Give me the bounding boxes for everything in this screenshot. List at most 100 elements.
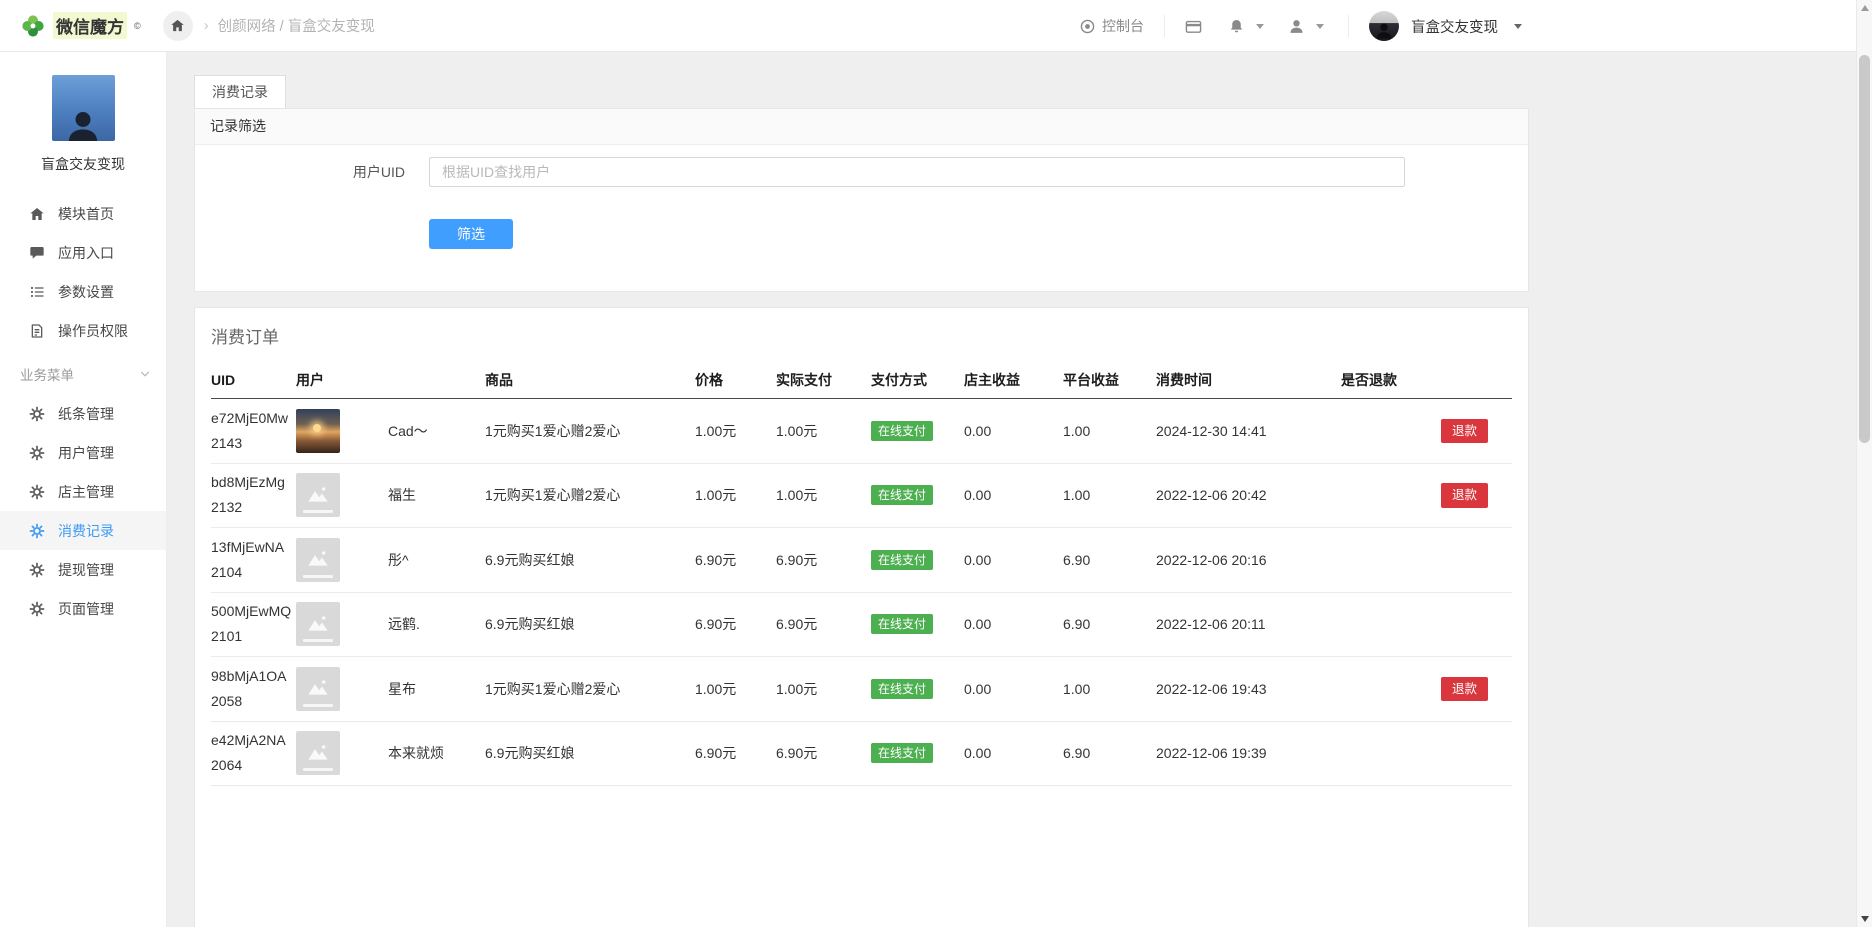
- user-avatar-image: [296, 602, 340, 646]
- chevron-down-icon: [138, 367, 152, 381]
- account-chevron-down-icon[interactable]: [1514, 24, 1522, 29]
- refund-button[interactable]: 退款: [1441, 677, 1488, 702]
- cell-uid: 500MjEwMQ 2101: [211, 599, 296, 649]
- image-placeholder-icon: [305, 678, 331, 699]
- sidebar-item-withdrawal-management[interactable]: 提现管理: [0, 550, 166, 589]
- sidebar-item-page-management[interactable]: 页面管理: [0, 589, 166, 628]
- sidebar-item-operator-permissions[interactable]: 操作员权限: [0, 311, 166, 350]
- order-uid-number: 2101: [211, 624, 296, 649]
- notifications-button[interactable]: [1228, 18, 1264, 35]
- console-label: 控制台: [1102, 16, 1144, 36]
- order-uid-number: 2064: [211, 753, 296, 778]
- profile-name: 盲盒交友变现: [0, 154, 166, 174]
- bell-icon: [1228, 18, 1245, 35]
- sidebar-item-user-management[interactable]: 用户管理: [0, 433, 166, 472]
- cell-uid: 98bMjA1OA 2058: [211, 664, 296, 714]
- home-icon: [170, 18, 185, 33]
- cell-platform-income: 6.90: [1063, 745, 1156, 761]
- console-link[interactable]: 控制台: [1079, 16, 1144, 36]
- account-name[interactable]: 盲盒交友变现: [1411, 16, 1498, 37]
- scrollbar-thumb[interactable]: [1859, 55, 1870, 443]
- sidebar-item-parameters[interactable]: 参数设置: [0, 272, 166, 311]
- refund-button[interactable]: 退款: [1441, 419, 1488, 444]
- cell-product: 6.9元购买红娘: [485, 550, 695, 570]
- sidebar-profile: 盲盒交友变现: [0, 52, 166, 190]
- order-uid-number: 2104: [211, 560, 296, 585]
- order-uid-number: 2132: [211, 495, 296, 520]
- sidebar-item-consumption-records[interactable]: 消费记录: [0, 511, 166, 550]
- chevron-down-icon: [1256, 24, 1264, 29]
- cell-owner-income: 0.00: [964, 423, 1063, 439]
- navbar-right-group: 控制台 盲盒交友变现: [1079, 0, 1522, 52]
- cell-user: 远鹤.: [296, 602, 485, 646]
- cell-product: 6.9元购买红娘: [485, 743, 695, 763]
- top-navbar: 微信魔方 © › 创颜网络 / 盲盒交友变现 控制台 盲盒交友变现: [0, 0, 1872, 52]
- cell-owner-income: 0.00: [964, 616, 1063, 632]
- cell-platform-income: 6.90: [1063, 616, 1156, 632]
- cell-owner-income: 0.00: [964, 745, 1063, 761]
- user-nickname: Cad～: [388, 421, 428, 441]
- breadcrumb[interactable]: 创颜网络 / 盲盒交友变现: [218, 15, 375, 36]
- profile-menu-button[interactable]: [1288, 18, 1324, 35]
- sidebar-section-label: 业务菜单: [20, 364, 74, 384]
- refund-button[interactable]: 退款: [1441, 483, 1488, 508]
- sidebar-item-app-entry[interactable]: 应用入口: [0, 233, 166, 272]
- billing-button[interactable]: [1185, 18, 1202, 35]
- gear-icon: [29, 562, 45, 578]
- filter-button[interactable]: 筛选: [429, 219, 513, 249]
- column-header-owner-income: 店主收益: [964, 370, 1063, 390]
- cell-paid: 6.90元: [776, 614, 871, 634]
- table-row: bd8MjEzMg 2132 福生 1元购买1爱心赠2爱心 1.00元 1.00…: [211, 464, 1512, 529]
- cell-pay-method: 在线支付: [871, 743, 964, 763]
- cell-product: 1元购买1爱心赠2爱心: [485, 421, 695, 441]
- sidebar: 盲盒交友变现 模块首页 应用入口 参数设置 操作员权限 业务菜单 纸条管理: [0, 52, 167, 927]
- column-header-refund: 是否退款: [1341, 370, 1512, 390]
- cell-price: 6.90元: [695, 550, 776, 570]
- cell-pay-method: 在线支付: [871, 421, 964, 441]
- cell-owner-income: 0.00: [964, 487, 1063, 503]
- cell-uid: e42MjA2NA 2064: [211, 728, 296, 778]
- sidebar-item-label: 消费记录: [58, 521, 114, 541]
- vertical-scrollbar[interactable]: [1856, 0, 1872, 927]
- gear-icon: [29, 523, 45, 539]
- cell-uid: e72MjE0Mw 2143: [211, 406, 296, 456]
- order-uid: bd8MjEzMg: [211, 470, 296, 495]
- navbar-divider: [1348, 15, 1349, 37]
- cell-product: 1元购买1爱心赠2爱心: [485, 485, 695, 505]
- user-avatar-image: [296, 731, 340, 775]
- table-row: 98bMjA1OA 2058 星布 1元购买1爱心赠2爱心 1.00元 1.00…: [211, 657, 1512, 722]
- home-button[interactable]: [163, 11, 193, 41]
- cell-owner-income: 0.00: [964, 681, 1063, 697]
- scroll-up-arrow-icon[interactable]: [1861, 5, 1869, 11]
- scroll-down-arrow-icon[interactable]: [1861, 916, 1869, 922]
- cell-refund: 退款: [1341, 483, 1512, 508]
- cell-pay-method: 在线支付: [871, 614, 964, 634]
- image-placeholder-icon: [305, 485, 331, 506]
- pay-method-badge: 在线支付: [871, 485, 933, 505]
- sidebar-item-shop-owner-management[interactable]: 店主管理: [0, 472, 166, 511]
- chat-icon: [29, 245, 45, 261]
- order-uid: e42MjA2NA: [211, 728, 296, 753]
- sidebar-item-notes-management[interactable]: 纸条管理: [0, 394, 166, 433]
- column-header-uid: UID: [211, 372, 296, 388]
- pay-method-badge: 在线支付: [871, 614, 933, 634]
- cell-time: 2022-12-06 20:42: [1156, 487, 1341, 503]
- sidebar-section-business-menu[interactable]: 业务菜单: [0, 353, 166, 394]
- column-header-time: 消费时间: [1156, 370, 1341, 390]
- cell-time: 2022-12-06 19:39: [1156, 745, 1341, 761]
- sidebar-item-module-home[interactable]: 模块首页: [0, 194, 166, 233]
- user-nickname: 福生: [388, 485, 416, 505]
- cell-owner-income: 0.00: [964, 552, 1063, 568]
- sidebar-item-label: 店主管理: [58, 482, 114, 502]
- table-row: 13fMjEwNA 2104 彤^ 6.9元购买红娘 6.90元 6.90元 在…: [211, 528, 1512, 593]
- sliders-icon: [29, 284, 45, 300]
- image-placeholder-icon: [305, 549, 331, 570]
- uid-input[interactable]: [429, 157, 1405, 187]
- gear-icon: [29, 601, 45, 617]
- user-avatar[interactable]: [1369, 11, 1399, 41]
- column-header-paid: 实际支付: [776, 370, 871, 390]
- app-logo[interactable]: 微信魔方 ©: [0, 12, 157, 39]
- filter-card: 记录筛选 用户UID 筛选: [194, 108, 1529, 292]
- tab-consumption-records[interactable]: 消费记录: [194, 75, 286, 108]
- user-avatar-image: [296, 409, 340, 453]
